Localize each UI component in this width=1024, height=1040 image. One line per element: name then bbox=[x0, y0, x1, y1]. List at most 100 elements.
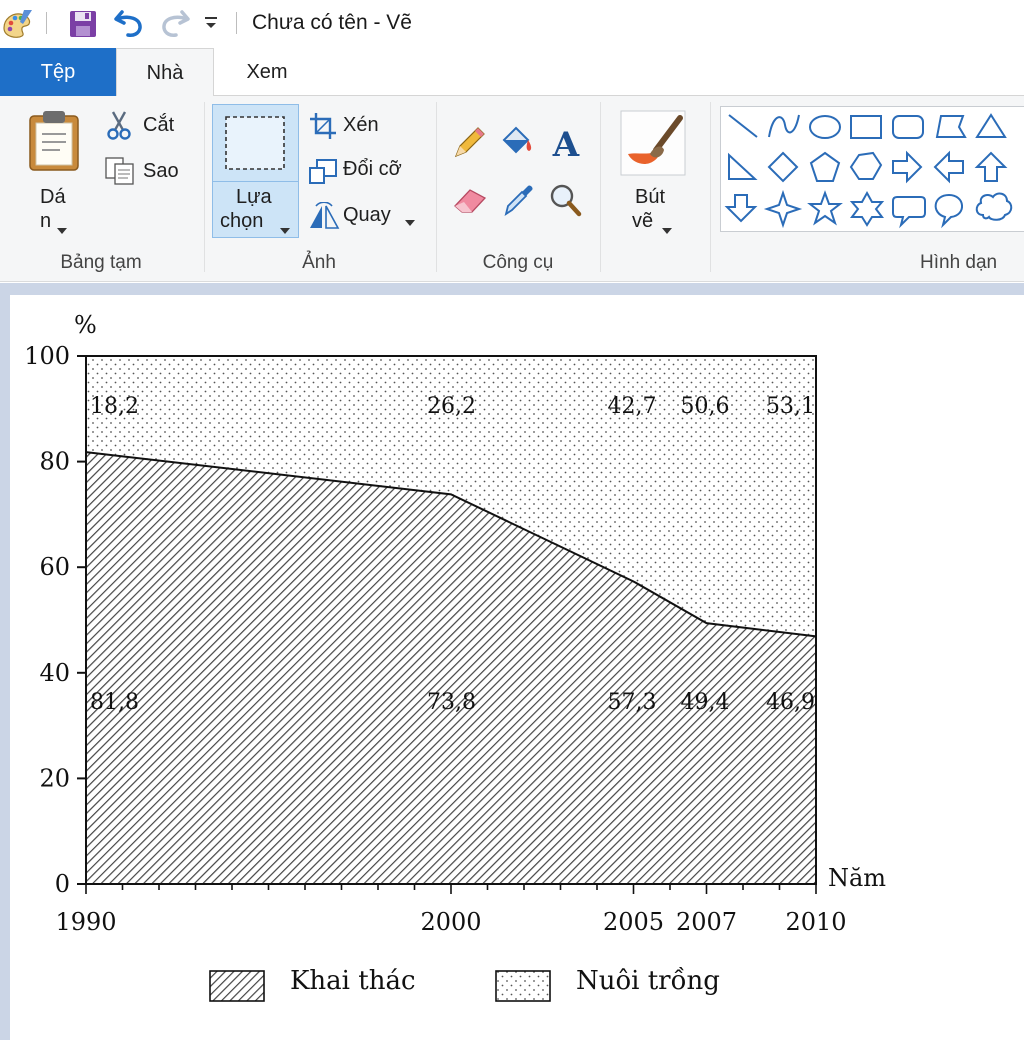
shape-oval-callout-icon[interactable] bbox=[934, 193, 963, 229]
shape-curve-icon[interactable] bbox=[768, 114, 800, 138]
copy-button-label[interactable]: Sao bbox=[143, 160, 179, 183]
data-label-khai-thac: 73,8 bbox=[427, 690, 476, 715]
select-button-label-1[interactable]: Lựa bbox=[236, 186, 272, 209]
y-tick-label: 40 bbox=[39, 659, 70, 687]
shape-four-point-star-icon[interactable] bbox=[763, 189, 803, 229]
brushes-button-label-1[interactable]: Bút bbox=[635, 186, 665, 209]
y-tick-label: 0 bbox=[55, 870, 70, 898]
shape-six-point-star-icon[interactable] bbox=[849, 190, 885, 227]
paste-button-label-1[interactable]: Dá bbox=[40, 186, 66, 209]
shape-left-arrow-icon[interactable] bbox=[933, 150, 964, 184]
data-label-nuoi-trong: 26,2 bbox=[427, 394, 476, 419]
rotate-button-label[interactable]: Quay bbox=[343, 204, 391, 227]
tab-view[interactable]: Xem bbox=[228, 48, 306, 96]
x-tick-label: 2007 bbox=[676, 908, 737, 936]
data-label-khai-thac: 49,4 bbox=[681, 690, 730, 715]
title-separator bbox=[236, 12, 237, 34]
shape-polygon-icon[interactable] bbox=[935, 115, 967, 138]
shape-down-arrow-icon[interactable] bbox=[724, 194, 758, 223]
tab-file[interactable]: Tệp bbox=[0, 48, 116, 96]
select-split-line bbox=[213, 181, 298, 182]
group-separator bbox=[710, 102, 711, 272]
legend-label-khai-thac: Khai thác bbox=[290, 966, 416, 996]
data-label-khai-thac: 46,9 bbox=[766, 690, 815, 715]
drawing-canvas[interactable]: 0 20 40 60 80 100% 1990 2000 2005 2007 2010 Năm 18,2… bbox=[10, 295, 1024, 1040]
fill-bucket-icon[interactable] bbox=[498, 124, 534, 164]
window-title: Chưa có tên - Vẽ bbox=[252, 11, 412, 34]
shape-rectangle-icon[interactable] bbox=[850, 115, 882, 139]
paint-app-icon[interactable] bbox=[0, 8, 34, 44]
shape-line-icon[interactable] bbox=[728, 114, 758, 138]
brushes-icon[interactable] bbox=[620, 110, 686, 180]
dropdown-arrow-icon[interactable] bbox=[662, 220, 672, 239]
data-label-nuoi-trong: 42,7 bbox=[608, 394, 657, 419]
y-axis-label: % bbox=[74, 311, 97, 339]
shape-hexagon-icon[interactable] bbox=[849, 151, 883, 180]
shape-right-triangle-icon[interactable] bbox=[728, 152, 758, 180]
ribbon-home: Dá n Cắt Sao Bảng tạm Lựa chọn Xén Đổi c… bbox=[0, 96, 1024, 282]
quick-access-separator bbox=[46, 12, 47, 34]
paste-button-label-2[interactable]: n bbox=[40, 210, 51, 233]
shape-pentagon-icon[interactable] bbox=[809, 151, 841, 182]
data-label-khai-thac: 57,3 bbox=[608, 690, 657, 715]
area-chart: 0 20 40 60 80 100% 1990 2000 2005 2007 2010 Năm 18,2… bbox=[24, 311, 886, 1002]
eraser-icon[interactable] bbox=[452, 184, 488, 220]
crop-icon[interactable] bbox=[309, 112, 337, 144]
dropdown-arrow-icon[interactable] bbox=[405, 212, 415, 231]
crop-button-label[interactable]: Xén bbox=[343, 114, 379, 137]
copy-icon[interactable] bbox=[104, 156, 136, 190]
color-picker-icon[interactable] bbox=[502, 182, 536, 222]
x-tick-label: 2010 bbox=[785, 908, 846, 936]
title-bar: Chưa có tên - Vẽ bbox=[0, 0, 1024, 46]
shape-five-point-star-icon[interactable] bbox=[807, 190, 843, 226]
rotate-icon[interactable] bbox=[308, 201, 340, 234]
x-tick-label: 2005 bbox=[603, 908, 664, 936]
brushes-button-label-2[interactable]: vẽ bbox=[632, 210, 653, 233]
x-axis-label: Năm bbox=[828, 864, 886, 892]
scissors-icon[interactable] bbox=[106, 110, 132, 144]
resize-button-label[interactable]: Đổi cỡ bbox=[343, 158, 402, 181]
shape-rounded-callout-icon[interactable] bbox=[892, 196, 926, 229]
x-tick-label: 2000 bbox=[420, 908, 481, 936]
svg-text:A: A bbox=[552, 125, 580, 160]
resize-icon[interactable] bbox=[308, 158, 338, 190]
pencil-icon[interactable] bbox=[452, 126, 486, 164]
image-group-label: Ảnh bbox=[302, 252, 336, 273]
ribbon-tab-bar: Tệp Nhà Xem bbox=[0, 46, 1024, 97]
shape-cloud-callout-icon[interactable] bbox=[975, 192, 1013, 221]
magnifier-icon[interactable] bbox=[548, 182, 582, 222]
select-button-label-2[interactable]: chọn bbox=[220, 210, 263, 233]
y-tick-label: 80 bbox=[39, 448, 70, 476]
shape-diamond-icon[interactable] bbox=[767, 151, 799, 183]
group-separator bbox=[600, 102, 601, 272]
legend-label-nuoi-trong: Nuôi trồng bbox=[576, 966, 720, 996]
x-tick-label: 1990 bbox=[55, 908, 116, 936]
clipboard-paste-icon[interactable] bbox=[26, 108, 82, 176]
shape-triangle-icon[interactable] bbox=[975, 113, 1007, 138]
dropdown-arrow-icon[interactable] bbox=[280, 220, 290, 239]
y-tick-label: 100 bbox=[24, 342, 70, 370]
customize-quick-access-icon[interactable] bbox=[203, 15, 219, 35]
y-tick-label: 60 bbox=[39, 553, 70, 581]
shape-rounded-rectangle-icon[interactable] bbox=[892, 115, 924, 139]
redo-icon[interactable] bbox=[158, 8, 190, 42]
data-label-nuoi-trong: 50,6 bbox=[681, 394, 730, 419]
legend-swatch-nuoi-trong bbox=[495, 970, 551, 1002]
shape-right-arrow-icon[interactable] bbox=[892, 150, 923, 184]
group-separator bbox=[204, 102, 205, 272]
group-separator bbox=[436, 102, 437, 272]
tab-home[interactable]: Nhà bbox=[116, 48, 214, 97]
text-tool-icon[interactable]: A bbox=[548, 124, 584, 165]
data-label-nuoi-trong: 18,2 bbox=[90, 394, 139, 419]
shape-oval-icon[interactable] bbox=[809, 115, 841, 139]
shape-up-arrow-icon[interactable] bbox=[974, 151, 1008, 182]
dropdown-arrow-icon[interactable] bbox=[57, 220, 67, 239]
legend-swatch-khai-thac bbox=[209, 970, 265, 1002]
cut-button-label[interactable]: Cắt bbox=[143, 114, 174, 137]
data-label-nuoi-trong: 53,1 bbox=[766, 394, 815, 419]
save-icon[interactable] bbox=[68, 9, 98, 43]
shapes-group-label: Hình dạn bbox=[920, 252, 998, 273]
clipboard-group-label: Bảng tạm bbox=[60, 252, 142, 273]
undo-icon[interactable] bbox=[114, 8, 146, 42]
shapes-gallery bbox=[720, 106, 1024, 232]
